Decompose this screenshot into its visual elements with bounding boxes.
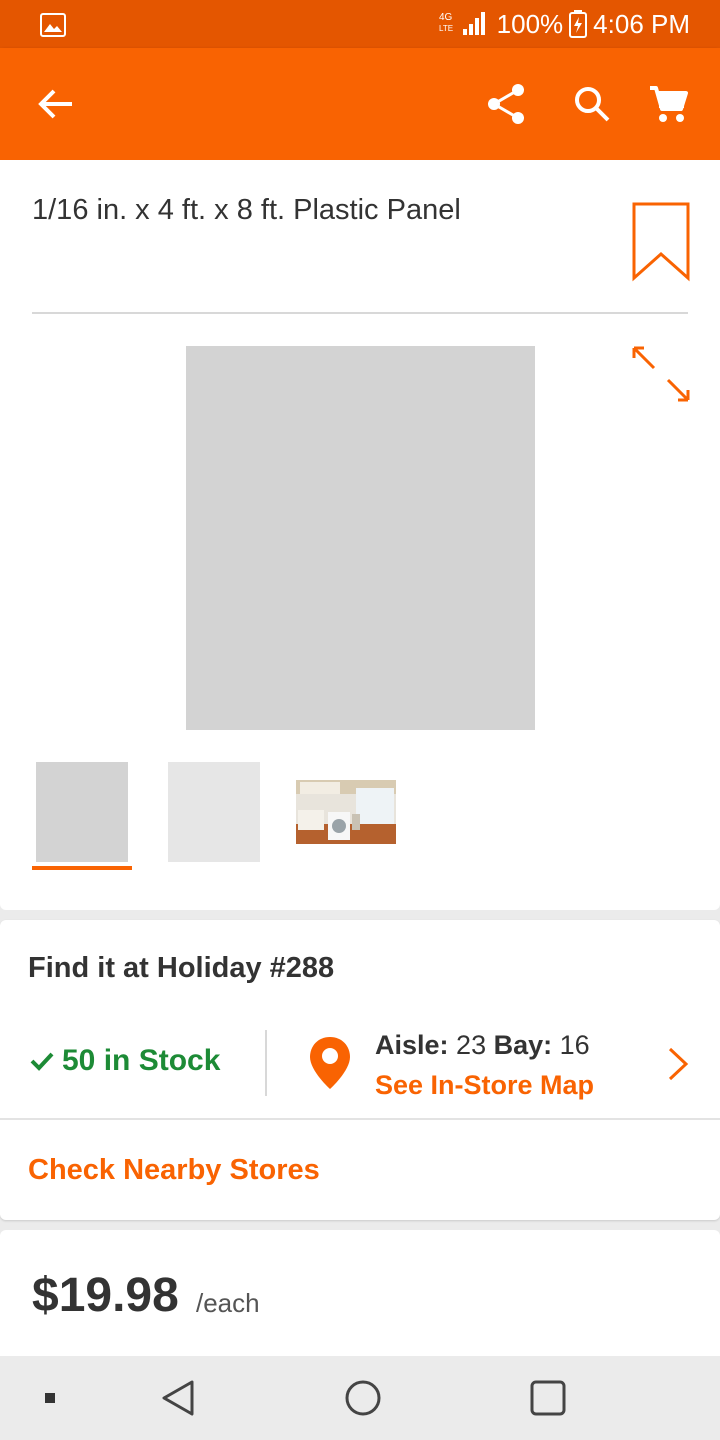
horizontal-divider — [0, 1118, 720, 1120]
back-arrow-icon — [38, 89, 72, 119]
svg-text:4G: 4G — [439, 12, 453, 23]
product-title: 1/16 in. x 4 ft. x 8 ft. Plastic Panel — [32, 194, 461, 226]
check-nearby-stores-link[interactable]: Check Nearby Stores — [28, 1154, 320, 1187]
aisle-value: 23 — [456, 1030, 487, 1060]
square-recents-icon — [530, 1380, 566, 1416]
bay-label: Bay: — [493, 1030, 553, 1060]
nav-home-button[interactable] — [341, 1376, 385, 1420]
store-heading: Find it at Holiday #288 — [28, 952, 335, 984]
product-main-image[interactable] — [186, 346, 535, 730]
search-icon — [575, 87, 610, 122]
battery-percent: 100% — [496, 9, 564, 39]
price-unit: /each — [196, 1288, 260, 1318]
aisle-bay-location: Aisle: 23 Bay: 16 — [375, 1030, 590, 1061]
nav-back-button[interactable] — [156, 1376, 200, 1420]
cart-button[interactable] — [640, 76, 696, 132]
selected-thumbnail-indicator — [32, 866, 132, 870]
vertical-divider — [265, 1030, 267, 1096]
price-amount: $19.98 — [32, 1269, 179, 1322]
bay-value: 16 — [559, 1030, 590, 1060]
store-availability-card: Find it at Holiday #288 50 in Stock Aisl… — [0, 920, 720, 1220]
in-store-map-link[interactable]: See In-Store Map — [375, 1070, 594, 1101]
title-divider — [32, 312, 688, 314]
status-bar: 4G LTE 100% 4:06 PM — [0, 0, 720, 48]
triangle-back-icon — [162, 1380, 194, 1416]
share-button[interactable] — [478, 76, 534, 132]
app-bar — [0, 48, 720, 160]
stock-status: 50 in Stock — [30, 1044, 220, 1078]
svg-text:LTE: LTE — [439, 24, 453, 33]
cart-icon — [650, 86, 688, 122]
thumbnail-1[interactable] — [36, 762, 128, 862]
circle-home-icon — [345, 1380, 381, 1416]
nav-recents-button[interactable] — [526, 1376, 570, 1420]
bookmark-icon[interactable] — [632, 202, 690, 282]
back-button[interactable] — [28, 76, 84, 132]
aisle-label: Aisle: — [375, 1030, 449, 1060]
lte-signal-icon: 4G LTE — [439, 12, 485, 35]
battery-charging-icon — [569, 10, 588, 38]
checkmark-icon — [30, 1052, 54, 1071]
thumbnail-3[interactable] — [296, 780, 396, 844]
laundry-room-photo — [296, 780, 396, 844]
search-button[interactable] — [564, 76, 620, 132]
product-card: 1/16 in. x 4 ft. x 8 ft. Plastic Panel — [0, 160, 720, 910]
gallery-notification-icon — [40, 13, 66, 37]
small-square-icon — [45, 1393, 55, 1403]
system-nav-bar — [0, 1356, 720, 1440]
price-card: $19.98 /each — [0, 1230, 720, 1356]
expand-icon[interactable] — [630, 344, 692, 404]
share-icon — [488, 84, 524, 124]
nav-menu-button[interactable] — [28, 1376, 72, 1420]
stock-count: 50 in Stock — [62, 1044, 221, 1077]
location-pin-icon — [310, 1037, 350, 1089]
status-indicators: 4G LTE 100% 4:06 PM — [439, 8, 690, 40]
chevron-right-icon[interactable] — [664, 1046, 692, 1082]
clock: 4:06 PM — [593, 9, 690, 39]
thumbnail-2[interactable] — [168, 762, 260, 862]
